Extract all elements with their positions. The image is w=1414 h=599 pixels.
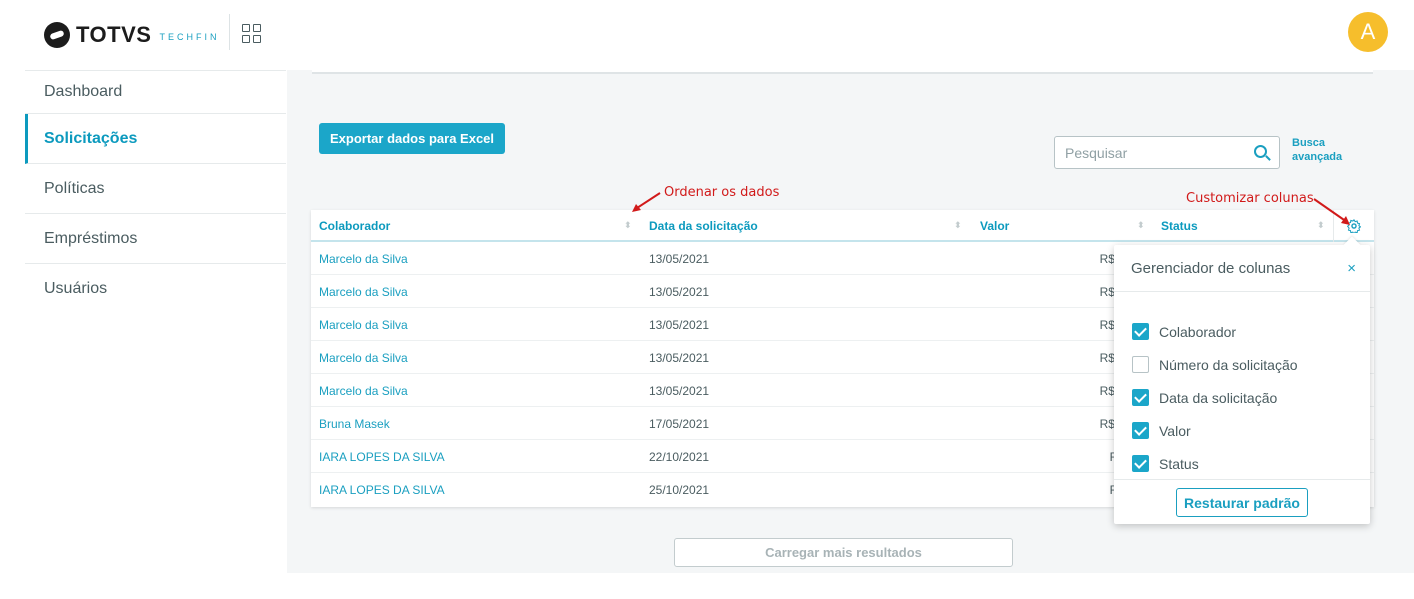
- cell-data: 13/05/2021: [649, 351, 710, 365]
- sidebar-item-politicas[interactable]: Políticas: [25, 164, 286, 214]
- cell-data: 22/10/2021: [649, 450, 710, 464]
- top-bar: TOTVS TECHFIN A: [0, 0, 1414, 70]
- cell-data: 25/10/2021: [649, 483, 710, 497]
- advanced-search-link[interactable]: Busca avançada: [1292, 136, 1342, 164]
- checkbox-unchecked[interactable]: [1132, 356, 1149, 373]
- load-more-button[interactable]: Carregar mais resultados: [674, 538, 1013, 567]
- sidebar-item-dashboard[interactable]: Dashboard: [25, 70, 286, 114]
- column-manager-title: Gerenciador de colunas: [1131, 260, 1291, 277]
- sort-icon[interactable]: ⬍: [624, 220, 632, 231]
- advanced-search-line2: avançada: [1292, 151, 1343, 163]
- checkbox-checked[interactable]: [1132, 389, 1149, 406]
- option-label: Data da solicitação: [1159, 389, 1278, 406]
- export-excel-button[interactable]: Exportar dados para Excel: [319, 123, 506, 154]
- cell-colaborador[interactable]: Marcelo da Silva: [319, 351, 408, 365]
- logo-subtext: TECHFIN: [159, 32, 220, 42]
- search-input[interactable]: [1055, 144, 1240, 161]
- cell-data: 13/05/2021: [649, 384, 710, 398]
- column-header-valor[interactable]: Valor: [980, 219, 1009, 233]
- restore-default-button[interactable]: Restaurar padrão: [1176, 488, 1308, 517]
- annotation-arrow-icon: [632, 192, 661, 212]
- sort-icon[interactable]: ⬍: [1137, 220, 1145, 231]
- column-header-data[interactable]: Data da solicitação: [649, 219, 758, 233]
- column-header-colaborador[interactable]: Colaborador: [319, 219, 390, 233]
- sidebar-item-solicitacoes[interactable]: Solicitações: [25, 114, 286, 164]
- top-card-edge: [312, 70, 1373, 74]
- sidebar-item-usuarios[interactable]: Usuários: [25, 264, 286, 314]
- column-header-status[interactable]: Status: [1161, 219, 1198, 233]
- sidebar-menu: Dashboard Solicitações Políticas Emprést…: [25, 70, 286, 314]
- annotation-arrow-icon: [1313, 198, 1350, 225]
- cell-colaborador[interactable]: Bruna Masek: [319, 417, 390, 431]
- divider: [1114, 479, 1370, 480]
- cell-colaborador[interactable]: Marcelo da Silva: [319, 285, 408, 299]
- option-label: Status: [1159, 455, 1199, 472]
- column-option-data[interactable]: Data da solicitação: [1132, 381, 1298, 414]
- cell-colaborador[interactable]: Marcelo da Silva: [319, 318, 408, 332]
- column-option-colaborador[interactable]: Colaborador: [1132, 315, 1298, 348]
- column-option-numero[interactable]: Número da solicitação: [1132, 348, 1298, 381]
- column-options-list: Colaborador Número da solicitação Data d…: [1132, 315, 1298, 480]
- search-icon[interactable]: [1254, 145, 1267, 158]
- checkbox-checked[interactable]: [1132, 422, 1149, 439]
- apps-grid-icon[interactable]: [242, 24, 262, 44]
- cell-colaborador[interactable]: Marcelo da Silva: [319, 252, 408, 266]
- advanced-search-line1: Busca: [1292, 137, 1326, 149]
- totvs-logo-icon: [44, 22, 70, 48]
- cell-data: 13/05/2021: [649, 318, 710, 332]
- user-avatar[interactable]: A: [1348, 12, 1388, 52]
- cell-data: 13/05/2021: [649, 285, 710, 299]
- cell-colaborador[interactable]: IARA LOPES DA SILVA: [319, 450, 445, 464]
- search-box[interactable]: [1054, 136, 1280, 169]
- checkbox-checked[interactable]: [1132, 323, 1149, 340]
- column-option-valor[interactable]: Valor: [1132, 414, 1298, 447]
- cell-data: 13/05/2021: [649, 252, 710, 266]
- divider: [1114, 291, 1370, 292]
- checkbox-checked[interactable]: [1132, 455, 1149, 472]
- close-icon[interactable]: ×: [1347, 260, 1356, 277]
- column-manager-popover: Gerenciador de colunas × Colaborador Núm…: [1114, 245, 1370, 524]
- cell-data: 17/05/2021: [649, 417, 710, 431]
- column-option-status[interactable]: Status: [1132, 447, 1298, 480]
- option-label: Valor: [1159, 422, 1191, 439]
- sidebar-item-emprestimos[interactable]: Empréstimos: [25, 214, 286, 264]
- header-divider: [229, 14, 230, 50]
- annotation-customize: Customizar colunas: [1186, 191, 1314, 206]
- cell-colaborador[interactable]: IARA LOPES DA SILVA: [319, 483, 445, 497]
- option-label: Colaborador: [1159, 323, 1237, 340]
- cell-colaborador[interactable]: Marcelo da Silva: [319, 384, 408, 398]
- annotation-sort: Ordenar os dados: [664, 185, 780, 200]
- sort-icon[interactable]: ⬍: [954, 220, 962, 231]
- logo-text: TOTVS: [76, 22, 152, 47]
- totvs-logo[interactable]: TOTVS TECHFIN: [44, 22, 219, 48]
- option-label: Número da solicitação: [1159, 356, 1298, 373]
- table-header: Colaborador ⬍ Data da solicitação ⬍ Valo…: [311, 210, 1374, 242]
